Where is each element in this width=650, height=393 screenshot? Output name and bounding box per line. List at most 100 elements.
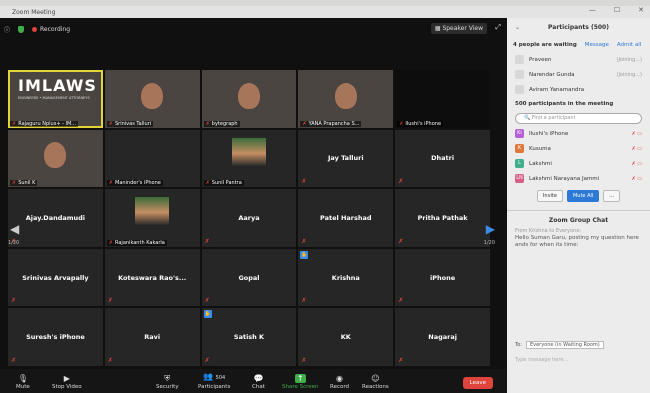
reactions-button[interactable]: ☺ Reactions: [362, 374, 389, 390]
participant-tile[interactable]: ✗ Maninder's iPhone: [104, 129, 200, 188]
find-participant-input[interactable]: 🔍 Find a participant: [515, 113, 642, 124]
chat-input[interactable]: Type message here...: [515, 357, 568, 363]
muted-microphone-icon: ✗: [301, 356, 307, 364]
waiting-participant[interactable]: Narendar Gunda (Joining...): [507, 67, 650, 82]
muted-video-off-icon: ✗ ▭: [631, 130, 642, 137]
participant-tile[interactable]: ✋ Krishna ✗: [298, 248, 394, 307]
fullscreen-icon[interactable]: ⤢: [495, 23, 501, 32]
participant-tile[interactable]: KK ✗: [298, 308, 394, 366]
chat-from: From Krishna to Everyone:: [515, 228, 582, 234]
invite-button[interactable]: Invite: [536, 190, 563, 202]
mute-all-button[interactable]: Mute All: [566, 190, 600, 202]
share-screen-button[interactable]: ↑ Share Screen: [282, 374, 319, 390]
muted-microphone-icon: ✗: [204, 237, 210, 245]
muted-video-off-icon: ✗ ▭: [631, 175, 642, 182]
participant-tile[interactable]: Pritha Pathak ✗: [395, 189, 490, 247]
participant-tile[interactable]: ✗ bytegraph: [201, 70, 297, 128]
stop-video-button[interactable]: ▶ Stop Video: [52, 374, 82, 390]
participant-video: [44, 142, 67, 169]
avatar: [515, 70, 524, 79]
participant-tile[interactable]: IMLAWS ENGINEERS • MANAGEMENT ATTORNEYS ✗ R…: [8, 70, 103, 128]
next-page-icon[interactable]: ▶: [486, 222, 495, 236]
muted-microphone-icon: ✗: [108, 120, 113, 127]
participant-label: ✗ YANA Prapancha S...: [300, 120, 362, 127]
participants-button[interactable]: 👥 504 Participants: [198, 372, 230, 390]
participant-tile[interactable]: ✗ Rajanikanth Kakarla: [104, 189, 200, 247]
participant-label-text: Rajanikanth Kakarla: [115, 239, 165, 246]
muted-microphone-icon: ✗: [108, 180, 113, 187]
participant-tile[interactable]: Suresh's iPhone ✗: [8, 308, 103, 366]
muted-video-off-icon: ✗ ▭: [631, 160, 642, 167]
reactions-label: Reactions: [362, 384, 389, 390]
admit-all-link[interactable]: Admit all: [617, 42, 641, 48]
previous-page-icon[interactable]: ◀: [10, 222, 19, 236]
participant-tile[interactable]: ✋ Satish K ✗: [201, 308, 297, 366]
info-icon[interactable]: ⓘ: [4, 25, 10, 34]
participant-row[interactable]: L Lakshmi ✗ ▭: [507, 156, 650, 171]
participant-tile[interactable]: ✗ Srinivas Talluri: [104, 70, 200, 128]
security-button[interactable]: ⛨ Security: [156, 374, 179, 390]
participant-tile[interactable]: Patel Harshad ✗: [298, 189, 394, 247]
record-button[interactable]: ◉ Record: [330, 374, 349, 390]
participant-name: Nagaraj: [428, 333, 457, 342]
shield-icon[interactable]: [18, 25, 25, 33]
speaker-view-button[interactable]: ▦ Speaker View: [430, 23, 487, 34]
participant-tile[interactable]: Ajay.Dandamudi ✗: [8, 189, 103, 247]
participant-label: ✗ Rajanikanth Kakarla: [106, 239, 167, 246]
more-options-button[interactable]: ...: [603, 190, 621, 202]
stop-video-label: Stop Video: [52, 384, 82, 390]
participant-row[interactable]: LN Lakshmi Narayana Jammi ✗ ▭: [507, 171, 650, 186]
muted-microphone-icon: ✗: [205, 180, 210, 187]
participant-name: Ajay.Dandamudi: [25, 213, 86, 222]
maximize-icon[interactable]: ☐: [614, 6, 620, 14]
microphone-icon: 🎙: [17, 374, 28, 383]
message-waiting-link[interactable]: Message: [585, 42, 609, 48]
profile-photo: [231, 137, 266, 166]
muted-microphone-icon: ✗: [302, 120, 307, 127]
participant-tile[interactable]: Koteswara Rao's... ✗: [104, 248, 200, 307]
participant-video: [237, 82, 260, 109]
chat-button[interactable]: 💬 Chat: [252, 374, 265, 390]
joining-status: (Joining...): [616, 71, 643, 78]
participant-tile[interactable]: ✗ Sunil Pantra: [201, 129, 297, 188]
close-icon[interactable]: ✕: [638, 6, 644, 14]
participant-tile[interactable]: Srinivas Arvapally ✗: [8, 248, 103, 307]
participant-tile[interactable]: Dhatri ✗: [395, 129, 490, 188]
participant-tile[interactable]: ✗ Sunil K: [8, 129, 103, 188]
participant-label-text: Ilushi's iPhone: [405, 120, 442, 127]
participant-row[interactable]: Ki Ilushi's iPhone ✗ ▭: [507, 126, 650, 141]
participant-tile[interactable]: Aarya ✗: [201, 189, 297, 247]
waiting-participant[interactable]: Praveen (Joining...): [507, 52, 650, 67]
waiting-participant-name: Praveen: [529, 56, 552, 63]
participant-name: Dhatri: [431, 154, 455, 163]
security-label: Security: [156, 384, 179, 390]
muted-microphone-icon: ✗: [12, 180, 17, 187]
participant-tile[interactable]: Jay Talluri ✗: [298, 129, 394, 188]
participant-label: ✗ Sunil K: [10, 180, 38, 187]
participant-tile[interactable]: ✗ Ilushi's iPhone: [395, 70, 490, 128]
recording-indicator[interactable]: Recording: [32, 26, 70, 33]
muted-microphone-icon: ✗: [399, 120, 404, 127]
waiting-room-header: 4 people are waiting Message Admit all: [507, 38, 650, 52]
waiting-participant-name: Narendar Gunda: [529, 71, 575, 78]
participant-tile[interactable]: Ravi ✗: [104, 308, 200, 366]
participant-name: Pritha Pathak: [417, 213, 468, 222]
chevron-down-icon[interactable]: ⌄: [515, 18, 520, 38]
shield-icon: ⛨: [164, 374, 171, 383]
mute-button[interactable]: 🎙 Mute: [16, 374, 30, 390]
participant-tile[interactable]: Gopal ✗: [201, 248, 297, 307]
participant-row[interactable]: K Kusuma ✗ ▭: [507, 141, 650, 156]
participant-tile[interactable]: iPhone ✗: [395, 248, 490, 307]
minimize-icon[interactable]: —: [589, 6, 596, 14]
recipient-select[interactable]: Everyone (in Waiting Room): [525, 341, 604, 349]
window-titlebar: Zoom Meeting — ☐ ✕: [0, 6, 650, 18]
participant-label-text: Rajaguru Nplus+ - IM...: [18, 120, 77, 127]
waiting-participant[interactable]: Aviram Yanamandra: [507, 82, 650, 97]
participant-tile[interactable]: ✗ YANA Prapancha S...: [298, 70, 394, 128]
in-meeting-title: 500 participants in the meeting: [515, 101, 614, 107]
participant-tile[interactable]: Nagaraj ✗: [395, 308, 490, 366]
participant-list: Ki Ilushi's iPhone ✗ ▭ K Kusuma ✗ ▭ L Lakshmi ✗ …: [507, 126, 650, 186]
leave-button[interactable]: Leave: [462, 377, 493, 389]
profile-photo: [135, 197, 170, 226]
participant-name: Koteswara Rao's...: [118, 273, 187, 282]
